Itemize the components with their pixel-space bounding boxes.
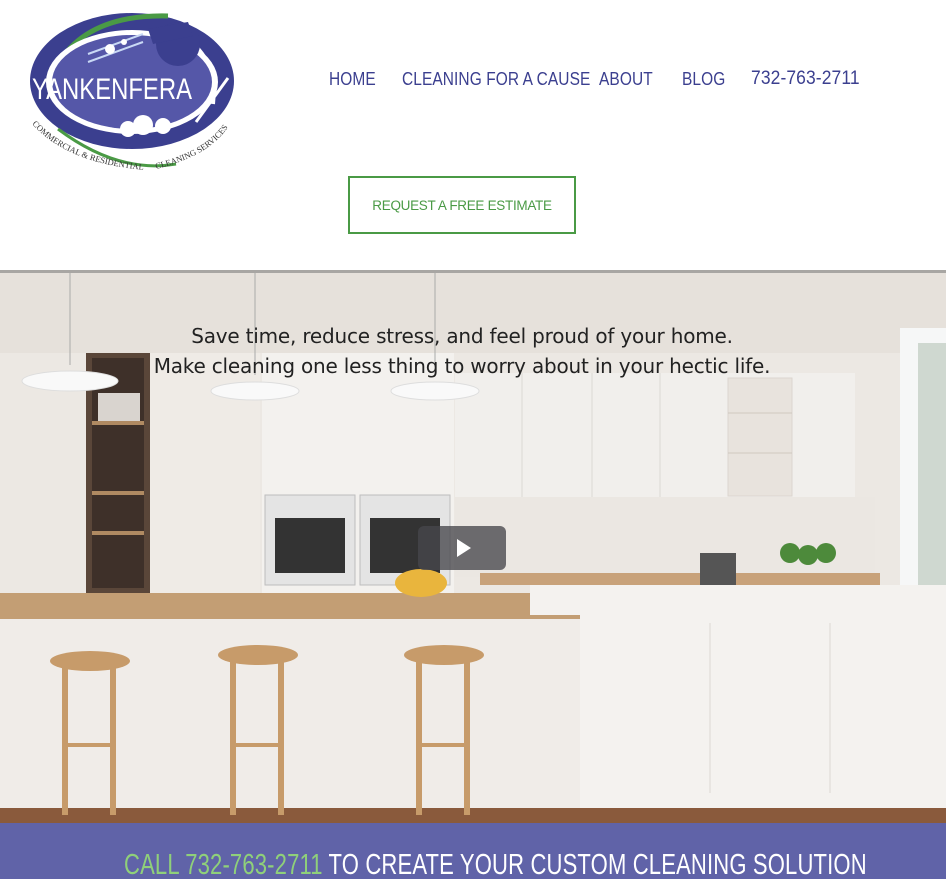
call-banner: CALL 732-763-2711 TO CREATE YOUR CUSTOM … bbox=[0, 823, 946, 879]
banner-call-label: CALL bbox=[124, 849, 179, 879]
play-icon bbox=[457, 539, 471, 557]
nav-blog[interactable]: BLOG bbox=[682, 69, 725, 90]
logo-graphic: YANKENFERA COMMERCIAL & RESIDENTIAL CLEA… bbox=[30, 13, 234, 172]
logo-wordmark: YANKENFERA bbox=[32, 73, 192, 106]
nav-phone[interactable]: 732-763-2711 bbox=[751, 68, 860, 90]
hero-headline-1: Save time, reduce stress, and feel proud… bbox=[191, 324, 733, 348]
yankenfera-logo[interactable]: YANKENFERA COMMERCIAL & RESIDENTIAL CLEA… bbox=[28, 4, 238, 176]
nav-cleaning-for-a-cause[interactable]: CLEANING FOR A CAUSE bbox=[402, 69, 590, 90]
nav-about[interactable]: ABOUT bbox=[599, 69, 653, 90]
site-header: YANKENFERA COMMERCIAL & RESIDENTIAL CLEA… bbox=[0, 0, 946, 270]
hero-video: Save time, reduce stress, and feel proud… bbox=[0, 273, 946, 823]
banner-phone[interactable]: 732-763-2711 bbox=[185, 849, 322, 879]
nav-home[interactable]: HOME bbox=[329, 69, 376, 90]
call-banner-text: CALL 732-763-2711 TO CREATE YOUR CUSTOM … bbox=[124, 848, 867, 879]
video-play-button[interactable] bbox=[418, 526, 506, 570]
banner-message: TO CREATE YOUR CUSTOM CLEANING SOLUTION bbox=[328, 849, 867, 879]
hero-headline-2: Make cleaning one less thing to worry ab… bbox=[153, 354, 771, 378]
request-estimate-button[interactable]: REQUEST A FREE ESTIMATE bbox=[348, 176, 576, 234]
